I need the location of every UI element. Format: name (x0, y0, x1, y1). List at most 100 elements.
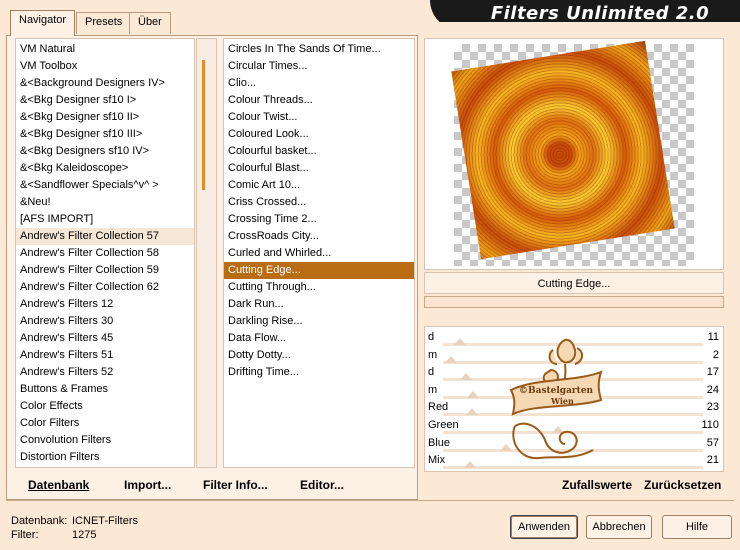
tab-navigator-label: Navigator (19, 14, 67, 26)
filter-info-button[interactable]: Filter Info... (203, 478, 268, 492)
import-button-label: Import... (124, 478, 172, 492)
filter-item[interactable]: Criss Crossed... (224, 194, 414, 211)
filter-item[interactable]: Colour Threads... (224, 92, 414, 109)
watermark-logo: ©Bastelgarten Wien (509, 338, 603, 460)
filter-item[interactable]: Circular Times... (224, 58, 414, 75)
category-scrollbar[interactable] (196, 38, 217, 468)
help-button[interactable]: Hilfe (662, 515, 732, 539)
filter-item[interactable]: Curled and Whirled... (224, 245, 414, 262)
category-item[interactable]: Buttons & Frames (16, 381, 194, 398)
category-item[interactable]: &<Bkg Kaleidoscope> (16, 160, 194, 177)
filter-item[interactable]: Comic Art 10... (224, 177, 414, 194)
parameter-slider-thumb[interactable] (465, 408, 478, 416)
category-item[interactable]: Andrew's Filters 51 (16, 347, 194, 364)
watermark-line1: ©Bastelgarten (519, 386, 594, 396)
parameter-value: 11 (707, 331, 719, 343)
category-item[interactable]: [AFS IMPORT] (16, 211, 194, 228)
parameter-value: 17 (706, 366, 719, 379)
reset-label: Zurücksetzen (644, 478, 722, 492)
category-item[interactable]: Andrew's Filter Collection 59 (16, 262, 194, 279)
category-item[interactable]: Andrew's Filter Collection 57 (16, 228, 194, 245)
status-filter-label: Filter: (11, 529, 39, 541)
parameter-label: Mix (428, 454, 446, 467)
apply-button[interactable]: Anwenden (510, 515, 578, 539)
category-item[interactable]: &<Background Designers IV> (16, 75, 194, 92)
filter-item[interactable]: Dotty Dotty... (224, 347, 414, 364)
filter-item[interactable]: CrossRoads City... (224, 228, 414, 245)
filter-item[interactable]: Cutting Edge... (224, 262, 414, 279)
filter-item[interactable]: Dark Run... (224, 296, 414, 313)
filter-list[interactable]: Circles In The Sands Of Time... Circular … (223, 38, 415, 468)
parameter-value: 57 (706, 436, 719, 449)
parameter-label: Green (428, 419, 459, 431)
filter-item[interactable]: Drifting Time... (224, 364, 414, 381)
progress-bar (424, 296, 724, 308)
parameter-slider-thumb[interactable] (453, 338, 466, 345)
filter-item[interactable]: Colour Twist... (224, 109, 414, 126)
filter-item[interactable]: Data Flow... (224, 330, 414, 347)
datenbank-button[interactable]: Datenbank (28, 478, 89, 492)
parameter-label: d (428, 331, 435, 343)
watermark-line2: Wien (550, 396, 574, 406)
tab-navigator[interactable]: Navigator (10, 10, 76, 36)
preview-pane (424, 38, 724, 270)
status-db-label: Datenbank: (11, 515, 68, 527)
category-item[interactable]: Color Filters (16, 415, 194, 432)
category-item[interactable]: &<Bkg Designer sf10 III> (16, 126, 194, 143)
category-item[interactable]: Distortion Filters (16, 449, 194, 466)
parameter-label: Blue (428, 436, 451, 449)
category-item[interactable]: Andrew's Filters 45 (16, 330, 194, 347)
parameter-label: d (428, 366, 435, 379)
category-item[interactable]: Color Effects (16, 398, 194, 415)
parameter-slider-thumb[interactable] (445, 355, 458, 363)
filter-item[interactable]: Clio... (224, 75, 414, 92)
filter-item[interactable]: Crossing Time 2... (224, 211, 414, 228)
filter-item[interactable]: Colourful basket... (224, 143, 414, 160)
category-item[interactable]: &<Sandflower Specials^v^ > (16, 177, 194, 194)
random-values-button[interactable]: Zufallswerte (562, 478, 632, 492)
filter-item[interactable]: Cutting Through... (224, 279, 414, 296)
category-item[interactable]: &Neu! (16, 194, 194, 211)
tab-uber[interactable]: Über (129, 12, 171, 34)
import-button[interactable]: Import... (124, 478, 171, 492)
parameter-value: 110 (701, 419, 719, 431)
parameter-slider-thumb[interactable] (463, 461, 476, 469)
category-scrollbar-thumb[interactable] (202, 60, 205, 190)
cancel-button-label: Abbrechen (592, 521, 646, 533)
category-item[interactable]: &<Bkg Designers sf10 IV> (16, 143, 194, 160)
category-item[interactable]: Andrew's Filter Collection 62 (16, 279, 194, 296)
preview-filter-name: Cutting Edge... (424, 272, 724, 294)
category-item[interactable]: &<Bkg Designer sf10 I> (16, 92, 194, 109)
filter-item[interactable]: Colourful Blast... (224, 160, 414, 177)
random-values-label: Zufallswerte (562, 478, 633, 492)
datenbank-button-label: Datenbank (28, 478, 90, 492)
parameter-label: m (428, 383, 438, 396)
category-item[interactable]: Andrew's Filters 30 (16, 313, 194, 330)
reset-button[interactable]: Zurücksetzen (644, 478, 721, 492)
filter-info-button-label: Filter Info... (203, 478, 268, 492)
parameter-value: 2 (712, 348, 719, 361)
parameter-slider-thumb[interactable] (466, 390, 479, 398)
status-db-value: ICNET-Filters (72, 515, 138, 527)
filter-item[interactable]: Coloured Look... (224, 126, 414, 143)
category-item[interactable]: VM Toolbox (16, 58, 194, 75)
category-list[interactable]: VM Natural VM Toolbox &<Background Designe… (15, 38, 195, 468)
parameter-label: Red (428, 401, 449, 414)
editor-button[interactable]: Editor... (300, 478, 344, 492)
parameter-value: 24 (706, 383, 719, 396)
filter-item[interactable]: Darkling Rise... (224, 313, 414, 330)
category-item[interactable]: VM Natural (16, 41, 194, 58)
category-item[interactable]: Andrew's Filters 12 (16, 296, 194, 313)
cancel-button[interactable]: Abbrechen (586, 515, 652, 539)
apply-button-label: Anwenden (518, 521, 570, 533)
category-item[interactable]: Andrew's Filters 52 (16, 364, 194, 381)
category-item[interactable]: Andrew's Filter Collection 58 (16, 245, 194, 262)
category-item[interactable]: &<Bkg Designer sf10 II> (16, 109, 194, 126)
app-title: Filters Unlimited 2.0 (490, 3, 710, 24)
editor-button-label: Editor... (300, 478, 345, 492)
parameter-label: m (428, 348, 438, 361)
parameter-slider-thumb[interactable] (460, 373, 473, 381)
filter-item[interactable]: Circles In The Sands Of Time... (224, 41, 414, 58)
category-item[interactable]: Convolution Filters (16, 432, 194, 449)
tab-presets[interactable]: Presets (76, 12, 132, 34)
